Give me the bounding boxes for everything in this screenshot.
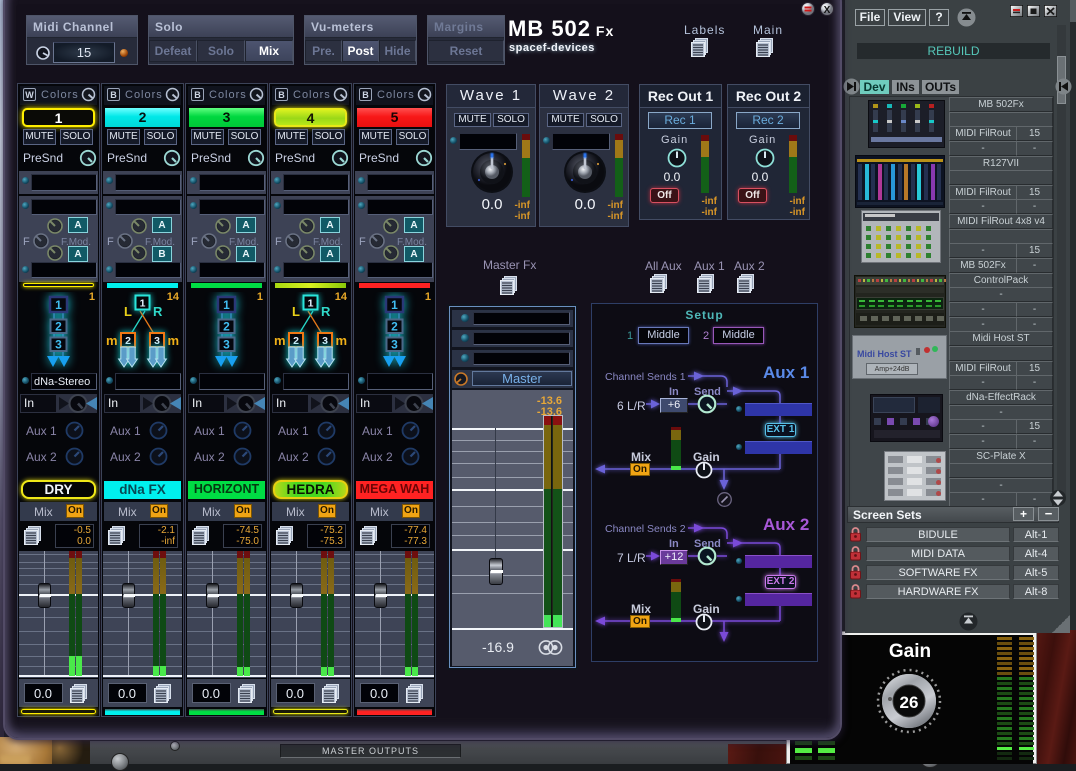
- svg-text:L: L: [124, 304, 132, 319]
- svg-text:R: R: [321, 304, 331, 319]
- svg-text:m: m: [336, 333, 348, 348]
- svg-text:26: 26: [900, 693, 919, 712]
- svg-text:1: 1: [55, 298, 62, 312]
- svg-text:2: 2: [125, 335, 131, 347]
- svg-text:m: m: [168, 333, 180, 348]
- svg-text:1: 1: [391, 298, 398, 312]
- svg-text:2: 2: [55, 320, 62, 334]
- svg-text:3: 3: [55, 338, 62, 352]
- svg-text:1: 1: [223, 298, 230, 312]
- svg-text:3: 3: [322, 335, 328, 347]
- svg-text:3: 3: [223, 338, 230, 352]
- svg-text:L: L: [292, 304, 300, 319]
- svg-text:2: 2: [223, 320, 230, 334]
- svg-text:m: m: [274, 333, 286, 348]
- svg-text:3: 3: [154, 335, 160, 347]
- svg-text:1: 1: [140, 298, 146, 310]
- svg-text:3: 3: [391, 338, 398, 352]
- svg-text:m: m: [106, 333, 118, 348]
- svg-text:R: R: [153, 304, 163, 319]
- svg-text:X: X: [824, 5, 831, 16]
- svg-text:1: 1: [308, 298, 314, 310]
- svg-text:2: 2: [293, 335, 299, 347]
- svg-text:2: 2: [391, 320, 398, 334]
